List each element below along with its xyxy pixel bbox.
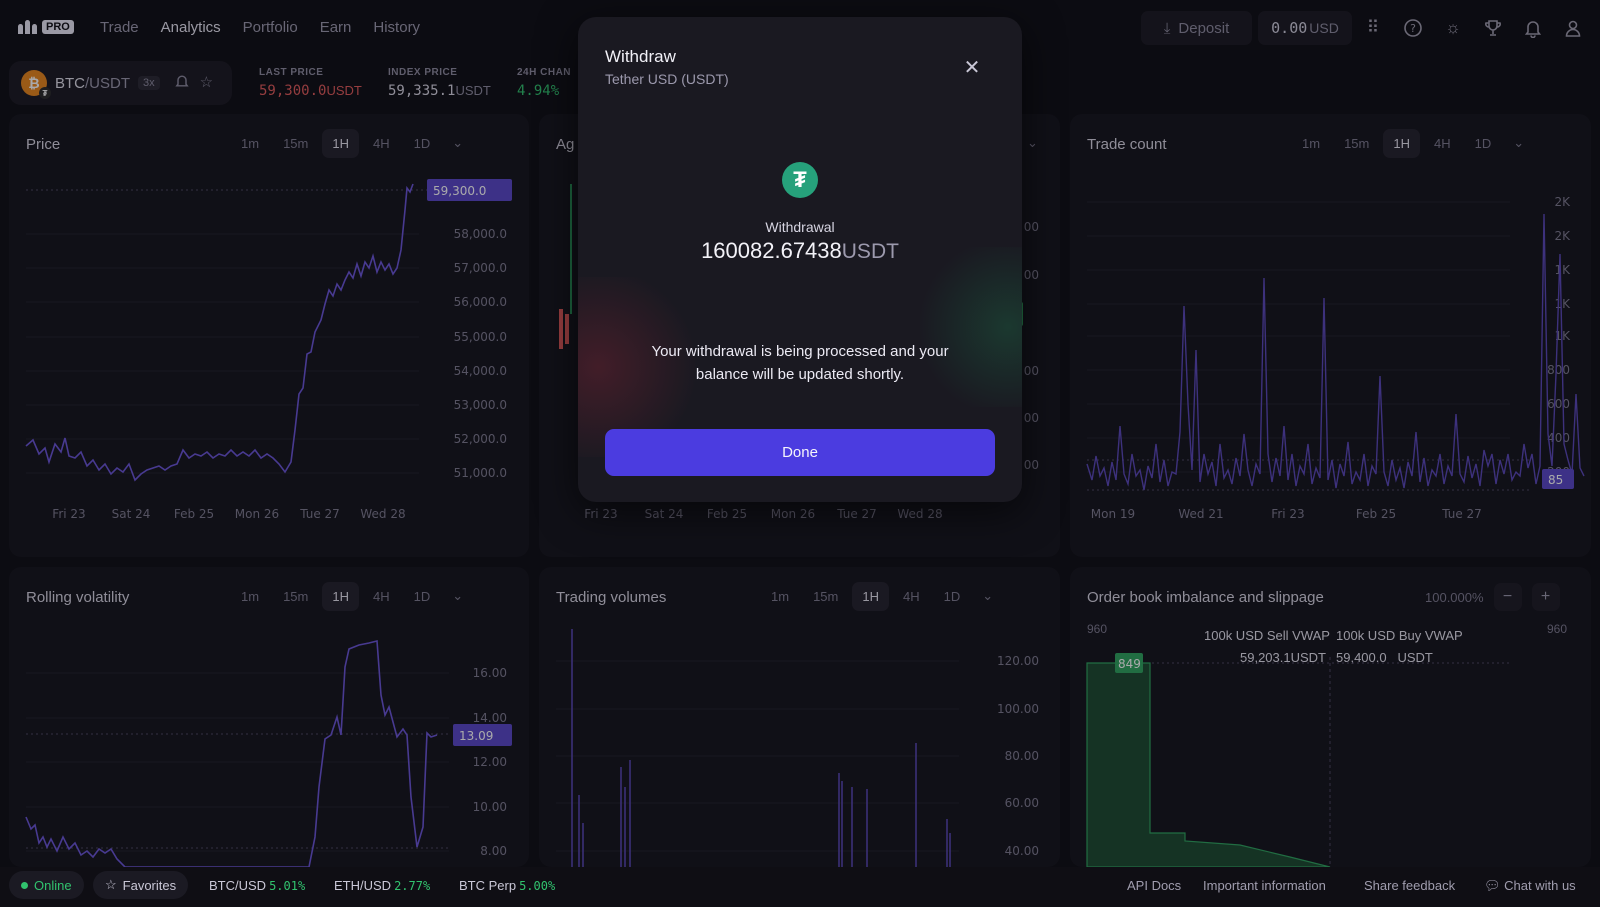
chat-link[interactable]: 💬︎ Chat with us [1484,878,1576,894]
withdrawal-message: Your withdrawal is being processed and y… [651,343,949,383]
close-icon[interactable]: ✕ [961,56,983,79]
chat-icon: 💬︎ [1484,878,1501,893]
star-icon: ☆ [105,877,117,892]
share-feedback-link[interactable]: Share feedback [1364,878,1455,893]
withdrawal-amount: 160082.67438USDT [701,238,899,263]
ticker-item[interactable]: BTC/USD 5.01% [209,878,305,893]
status-footer: Online ☆ Favorites BTC/USD 5.01% ETH/USD 2… [0,867,1600,907]
status-dot-icon [21,881,28,889]
ticker-item[interactable]: ETH/USD 2.77% [334,878,430,893]
done-button[interactable]: Done [605,429,995,476]
withdraw-modal: Withdraw Tether USD (USDT) ✕ ₮ Withdrawa… [578,17,1022,502]
tether-icon: ₮ [782,162,818,198]
api-docs-link[interactable]: API Docs [1127,878,1181,893]
ticker-item[interactable]: BTC Perp 5.00% [459,878,555,893]
important-info-link[interactable]: Important information [1203,878,1326,893]
favorites-button[interactable]: ☆ Favorites [93,871,189,899]
withdrawal-label: Withdrawal [765,219,835,235]
modal-subtitle: Tether USD (USDT) [605,71,729,87]
favorites-label: Favorites [122,877,177,893]
online-status: Online [9,871,84,899]
status-label: Online [34,877,72,893]
modal-title: Withdraw [605,47,676,66]
